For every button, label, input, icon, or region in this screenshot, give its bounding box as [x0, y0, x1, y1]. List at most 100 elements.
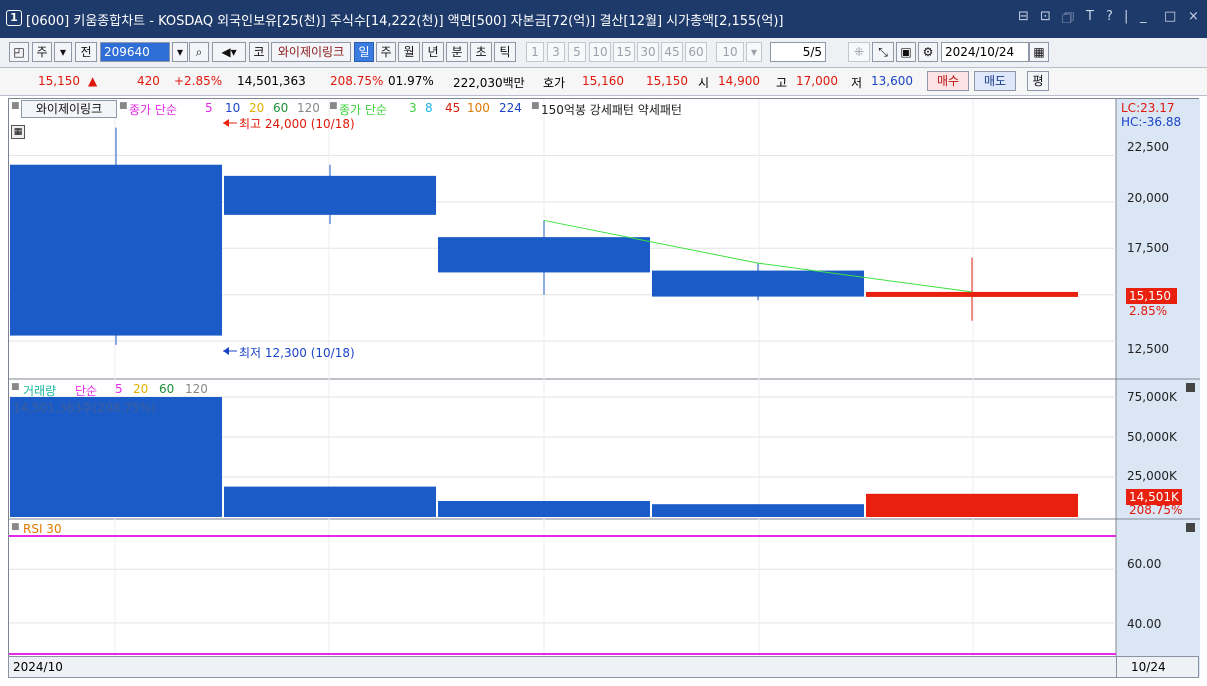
chevron-down-icon[interactable]: ▾ — [172, 42, 188, 62]
interval-15[interactable]: 15 — [613, 42, 635, 62]
legend-marker: ■ — [11, 522, 20, 532]
quote-row: 15,150 ▲ 420 +2.85% 14,501,363 208.75% 0… — [0, 68, 1207, 96]
interval-5[interactable]: 5 — [568, 42, 586, 62]
window-number: 1 — [6, 10, 22, 26]
period-second[interactable]: 초 — [470, 42, 492, 62]
period-day[interactable]: 일 — [354, 42, 374, 62]
separator: | — [1124, 9, 1129, 24]
turnover: 01.97% — [388, 74, 434, 88]
price-tick: 12,500 — [1127, 342, 1169, 356]
stock-legend-button[interactable]: 와이제이링크 — [21, 100, 117, 118]
date-input[interactable]: 2024/10/24 — [941, 42, 1029, 62]
period-year[interactable]: 년 — [422, 42, 444, 62]
low-annotation: 최저 12,300 (10/18) — [239, 346, 355, 360]
period-tab[interactable]: 주 — [32, 42, 52, 62]
panel-close-icon — [1186, 383, 1195, 392]
sell-button[interactable]: 매도 — [974, 71, 1016, 91]
interval-30[interactable]: 30 — [637, 42, 659, 62]
volume: 14,501,363 — [237, 74, 306, 88]
panel-close-icon — [1186, 523, 1195, 532]
code-input[interactable]: 209640 — [100, 42, 170, 62]
interval-3[interactable]: 3 — [547, 42, 565, 62]
volume-bar — [652, 504, 864, 517]
stock-name[interactable]: 와이제이링크 — [271, 42, 351, 62]
toolbar: ◰ 주 ▾ 전 209640 ▾ ⌕ ◀▾ 코 와이제이링크 일 주 월 년 분… — [0, 38, 1207, 68]
bid: 15,150 — [646, 74, 688, 88]
price: 15,150 — [38, 74, 80, 88]
interval-1[interactable]: 1 — [526, 42, 544, 62]
up-arrow-icon: ▲ — [88, 74, 98, 88]
volume-ma-period: 60 — [159, 382, 175, 396]
period-month[interactable]: 월 — [398, 42, 420, 62]
period-minute[interactable]: 분 — [446, 42, 468, 62]
lc-value: LC:23.17 — [1121, 101, 1175, 115]
hc-value: HC:-36.88 — [1121, 115, 1182, 129]
change: 420 — [137, 74, 160, 88]
tile-icon[interactable]: ⊡ — [1040, 9, 1051, 24]
legend-marker: ■ — [11, 101, 20, 111]
save-icon[interactable]: ▣ — [896, 42, 916, 62]
interval-custom[interactable]: 10 — [716, 42, 744, 62]
help-icon[interactable]: ? — [1106, 9, 1113, 24]
buy-button[interactable]: 매수 — [927, 71, 969, 91]
gear-icon[interactable]: ⚙ — [918, 42, 938, 62]
ma2-period: 45 — [445, 101, 461, 115]
legend-marker: ■ — [329, 101, 338, 111]
legend-marker: ■ — [11, 382, 20, 392]
ma3-label: 150억봉 강세패턴 약세패턴 — [541, 103, 682, 117]
high-annotation: 최고 24,000 (10/18) — [239, 117, 355, 131]
price-tag: 15,150 — [1129, 289, 1171, 303]
candle-body — [224, 175, 436, 215]
table-icon[interactable]: ▦ — [11, 125, 25, 139]
pin-icon[interactable]: 🗇 — [1062, 9, 1074, 31]
volume-ma-period: 20 — [133, 382, 149, 396]
rsi-tick: 60.00 — [1127, 557, 1162, 571]
bid-label: 호가 — [543, 76, 566, 90]
x-start-label: 2024/10 — [13, 660, 63, 674]
ma1-label: 종가 단순 — [129, 103, 177, 117]
font-icon[interactable]: T — [1086, 9, 1094, 24]
page-indicator: 5/5 — [770, 42, 826, 62]
close-icon[interactable]: × — [1188, 9, 1199, 24]
ma1-period: 20 — [249, 101, 265, 115]
chevron-down-icon[interactable]: ▾ — [54, 42, 72, 62]
chevron-down-icon[interactable]: ▾ — [746, 42, 762, 62]
period-tick[interactable]: 틱 — [494, 42, 516, 62]
price-tick: 20,000 — [1127, 191, 1169, 205]
pct-tag: 2.85% — [1129, 304, 1168, 318]
draw-icon[interactable]: ⤡ — [872, 42, 894, 62]
axis-divider — [1116, 657, 1117, 677]
volume-bar — [438, 501, 650, 517]
interval-45[interactable]: 45 — [661, 42, 683, 62]
open: 14,900 — [718, 74, 760, 88]
layout-icon[interactable]: ◰ — [9, 42, 29, 62]
period-week[interactable]: 주 — [376, 42, 396, 62]
ma1-period: 120 — [297, 101, 320, 115]
volume-tag-pct: 208.75% — [1129, 503, 1183, 517]
market-button[interactable]: 코 — [249, 42, 269, 62]
candle-body — [10, 164, 222, 336]
volume-ma-label: 단순 — [75, 384, 98, 398]
x-end-label: 10/24 — [1131, 660, 1166, 674]
ask: 15,160 — [582, 74, 624, 88]
volume-label: 거래량 — [23, 384, 57, 398]
candle-body — [866, 291, 1078, 297]
volume-tick: 25,000K — [1127, 469, 1177, 483]
interval-10[interactable]: 10 — [589, 42, 611, 62]
chart-area[interactable]: ■ 와이제이링크 ■ 종가 단순 5 10 20 60 120 ■ 종가 단순 … — [8, 98, 1200, 677]
eval-button[interactable]: 평 — [1027, 71, 1049, 91]
volume-tick: 75,000K — [1127, 390, 1177, 404]
speaker-icon[interactable]: ◀▾ — [212, 42, 246, 62]
high: 17,000 — [796, 74, 838, 88]
maximize-icon[interactable]: □ — [1164, 9, 1176, 24]
minimize-icon[interactable]: _ — [1140, 9, 1147, 24]
crosshair-icon[interactable]: ⁜ — [848, 42, 870, 62]
change-pct: +2.85% — [174, 74, 223, 88]
search-icon[interactable]: ⌕ — [189, 42, 209, 62]
title-bar: 1 [0600] 키움종합차트 - KOSDAQ 외국인보유[25(천)] 주식… — [0, 0, 1207, 38]
prev-button[interactable]: 전 — [75, 42, 97, 62]
calendar-icon[interactable]: ▦ — [1029, 42, 1049, 62]
interval-60[interactable]: 60 — [685, 42, 707, 62]
price-tick: 22,500 — [1127, 140, 1169, 154]
restore-icon[interactable]: ⊟ — [1018, 9, 1029, 24]
